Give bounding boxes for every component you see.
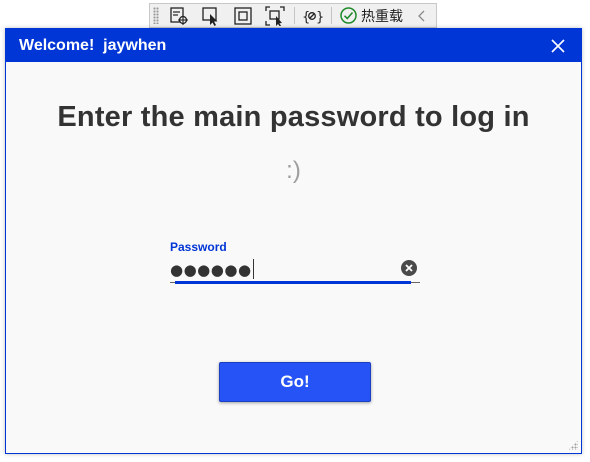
binding-failures-button[interactable]: { } bbox=[301, 6, 323, 26]
display-layout-icon bbox=[234, 6, 252, 25]
toolbar-grip-handle[interactable] bbox=[153, 7, 159, 24]
window-title: Welcome! jaywhen bbox=[19, 36, 167, 54]
binding-failures-icon: { } bbox=[302, 10, 323, 25]
close-button[interactable] bbox=[542, 29, 574, 62]
toolbar-separator bbox=[331, 7, 332, 24]
page-heading: Enter the main password to log in bbox=[57, 101, 530, 133]
close-icon bbox=[551, 38, 565, 53]
go-button[interactable]: Go! bbox=[219, 362, 371, 402]
pointer-select-button[interactable] bbox=[200, 6, 222, 26]
debug-toolbar: { } 热重载 bbox=[149, 3, 437, 28]
display-layout-button[interactable] bbox=[232, 6, 254, 26]
track-focus-button[interactable] bbox=[264, 5, 286, 26]
resize-grip[interactable] bbox=[568, 440, 578, 450]
field-focus-underline bbox=[175, 281, 411, 284]
hot-reload-status[interactable]: 热重载 bbox=[340, 6, 403, 26]
pointer-icon bbox=[202, 6, 218, 26]
password-label: Password bbox=[170, 240, 227, 254]
collapse-icon[interactable] bbox=[417, 9, 427, 23]
clear-input-icon[interactable] bbox=[401, 260, 417, 276]
select-element-button[interactable] bbox=[168, 6, 190, 26]
password-input[interactable]: ●●●●●● bbox=[170, 259, 254, 279]
toolbar-separator bbox=[294, 7, 295, 24]
password-field[interactable]: Password ●●●●●● bbox=[170, 237, 420, 285]
svg-text:}: } bbox=[316, 10, 323, 25]
smiley-text: :) bbox=[286, 157, 301, 184]
hot-reload-ok-icon bbox=[340, 7, 357, 24]
title-bar[interactable]: Welcome! jaywhen bbox=[6, 29, 581, 62]
login-window: Welcome! jaywhen Enter the main password… bbox=[5, 28, 582, 454]
password-masked-value: ●●●●●● bbox=[170, 261, 252, 279]
track-focus-icon bbox=[265, 5, 285, 26]
hot-reload-label: 热重载 bbox=[361, 7, 403, 24]
select-element-icon bbox=[170, 6, 188, 25]
text-caret bbox=[252, 259, 254, 279]
